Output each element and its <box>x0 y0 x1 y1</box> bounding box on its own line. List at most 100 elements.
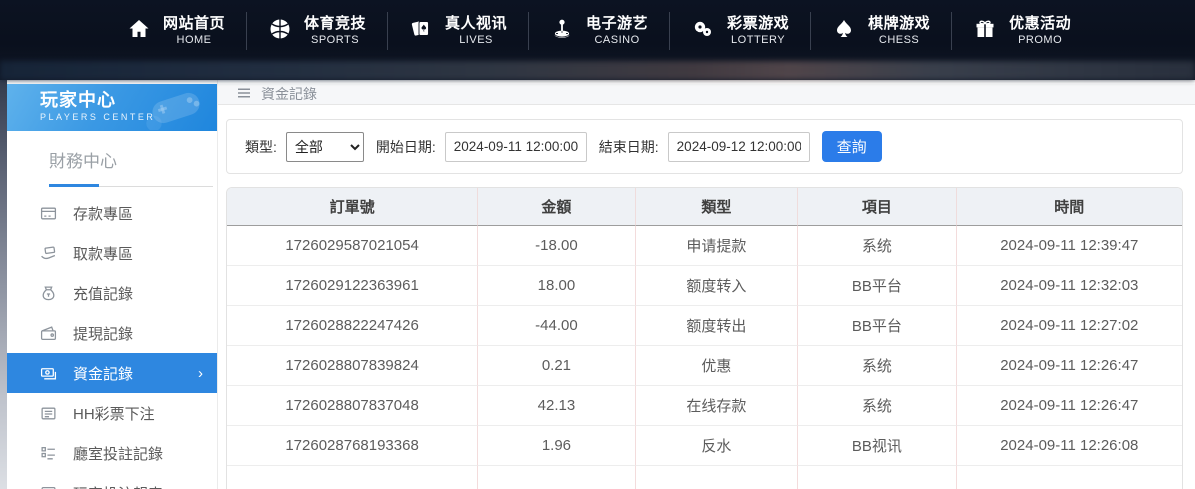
start-date-input[interactable] <box>445 132 587 162</box>
cell-order-no: 1726028807839824 <box>227 346 478 386</box>
nav-item-home[interactable]: 网站首页 HOME <box>106 15 246 48</box>
chart-report-icon <box>40 485 57 489</box>
table-row: 1726028822247426 -44.00 额度转出 BB平台 2024-0… <box>227 306 1182 346</box>
table-header-row: 訂單號 金額 類型 項目 時間 <box>227 188 1182 226</box>
gamepad-watermark-icon <box>143 86 209 131</box>
sidebar-item-label: 玩家投注報表 <box>73 483 163 489</box>
table-row: 1726029122363961 18.00 额度转入 BB平台 2024-09… <box>227 266 1182 306</box>
sidebar: 玩家中心 PLAYERS CENTER 財務中心 存款專區 取款專區 充值記錄 … <box>7 80 218 489</box>
search-button[interactable]: 查詢 <box>822 131 882 162</box>
top-nav: 网站首页 HOME 体育竞技 SPORTS 真人视讯 LIVES 电子游艺 <box>0 0 1195 80</box>
nav-subtitle: LOTTERY <box>731 34 785 48</box>
cell-amount: 0.21 <box>478 346 636 386</box>
table-row: 1726028807837048 42.13 在线存款 系统 2024-09-1… <box>227 386 1182 426</box>
sidebar-item-label: 充值記錄 <box>73 283 133 304</box>
cell-item: 系统 <box>798 226 957 266</box>
cell-time: 2024-09-11 12:26:08 <box>957 426 1182 466</box>
hamburger-icon[interactable] <box>236 85 252 104</box>
nav-subtitle: PROMO <box>1018 34 1062 48</box>
sidebar-item-recharge[interactable]: 充值記錄 <box>7 273 217 313</box>
cell-item: BB平台 <box>798 266 957 306</box>
nav-banner-blur <box>0 61 1195 80</box>
end-date-input[interactable] <box>668 132 810 162</box>
nav-title: 真人视讯 <box>445 15 507 34</box>
sidebar-section-title: 財務中心 <box>7 147 217 172</box>
sidebar-item-label: 存款專區 <box>73 203 133 224</box>
lottery-balls-icon <box>691 17 715 46</box>
sidebar-item-label: 提現記錄 <box>73 323 133 344</box>
chevron-right-icon: › <box>198 366 203 381</box>
section-underline <box>49 184 213 187</box>
cell-type: 额度转出 <box>636 306 798 346</box>
nav-item-lottery[interactable]: 彩票游戏 LOTTERY <box>670 15 810 48</box>
cell-order-no: 1726028768193368 <box>227 426 478 466</box>
playing-cards-icon <box>409 17 433 46</box>
table-row: 1726028768193368 1.96 反水 BB视讯 2024-09-11… <box>227 426 1182 466</box>
spade-icon <box>832 17 856 46</box>
cell-item: BB平台 <box>798 306 957 346</box>
type-label: 類型: <box>245 137 277 157</box>
cell-amount: 42.13 <box>478 386 636 426</box>
nav-title: 网站首页 <box>163 15 225 34</box>
nav-subtitle: CASINO <box>594 34 639 48</box>
col-order-no: 訂單號 <box>227 188 478 226</box>
cell-amount: -44.00 <box>478 306 636 346</box>
nav-title: 棋牌游戏 <box>868 15 930 34</box>
sidebar-item-hh-lottery-bets[interactable]: HH彩票下注 <box>7 393 217 433</box>
table-row: 1726029587021054 -18.00 申请提款 系统 2024-09-… <box>227 226 1182 266</box>
nav-title: 彩票游戏 <box>727 15 789 34</box>
col-type: 類型 <box>636 188 798 226</box>
cell-time: 2024-09-11 12:26:47 <box>957 346 1182 386</box>
deposit-card-icon <box>40 205 57 222</box>
col-amount: 金額 <box>478 188 636 226</box>
sidebar-item-label: 廳室投註記錄 <box>73 443 163 464</box>
cell-order-no: 1726028822247426 <box>227 306 478 346</box>
banknotes-icon <box>40 365 57 382</box>
cell-item: BB视讯 <box>798 426 957 466</box>
list-icon <box>40 405 57 422</box>
cell-order-no: 1726029587021054 <box>227 226 478 266</box>
cell-time: 2024-09-11 12:27:02 <box>957 306 1182 346</box>
sidebar-item-label: HH彩票下注 <box>73 403 155 424</box>
page-background-edge <box>0 80 7 489</box>
filter-bar: 類型: 全部 開始日期: 結束日期: 查詢 <box>226 119 1183 174</box>
nav-item-sports[interactable]: 体育竞技 SPORTS <box>247 15 387 48</box>
sports-ball-icon <box>268 17 292 46</box>
nav-subtitle: LIVES <box>459 34 493 48</box>
nav-item-promo[interactable]: 优惠活动 PROMO <box>952 15 1092 48</box>
nav-title: 优惠活动 <box>1009 15 1071 34</box>
table-row-partial <box>227 466 1182 489</box>
cell-time: 2024-09-11 12:39:47 <box>957 226 1182 266</box>
sidebar-item-player-bet-report[interactable]: 玩家投注報表 <box>7 473 217 489</box>
cell-type: 申请提款 <box>636 226 798 266</box>
end-date-label: 結束日期: <box>599 137 659 157</box>
cell-time: 2024-09-11 12:32:03 <box>957 266 1182 306</box>
sidebar-item-label: 資金記錄 <box>73 363 133 384</box>
main-nav: 网站首页 HOME 体育竞技 SPORTS 真人视讯 LIVES 电子游艺 <box>0 0 1195 62</box>
sidebar-item-withdraw[interactable]: 取款專區 <box>7 233 217 273</box>
type-select[interactable]: 全部 <box>286 132 364 162</box>
funds-record-table: 訂單號 金額 類型 項目 時間 1726029587021054 -18.00 … <box>226 187 1183 489</box>
home-icon <box>127 17 151 46</box>
cell-time: 2024-09-11 12:26:47 <box>957 386 1182 426</box>
gift-icon <box>973 17 997 46</box>
main-content: 資金記錄 類型: 全部 開始日期: 結束日期: 查詢 <box>218 80 1195 489</box>
start-date-label: 開始日期: <box>376 137 436 157</box>
breadcrumb: 資金記錄 <box>218 84 1195 105</box>
sidebar-item-hall-bet-records[interactable]: 廳室投註記錄 <box>7 433 217 473</box>
sidebar-item-deposit[interactable]: 存款專區 <box>7 193 217 233</box>
cell-type: 在线存款 <box>636 386 798 426</box>
nav-item-casino[interactable]: 电子游艺 CASINO <box>529 15 669 48</box>
checklist-icon <box>40 445 57 462</box>
wallet-icon <box>40 325 57 342</box>
cell-amount: -18.00 <box>478 226 636 266</box>
nav-item-chess[interactable]: 棋牌游戏 CHESS <box>811 15 951 48</box>
sidebar-item-cashout[interactable]: 提現記錄 <box>7 313 217 353</box>
cell-item: 系统 <box>798 386 957 426</box>
sidebar-item-label: 取款專區 <box>73 243 133 264</box>
table-row: 1726028807839824 0.21 优惠 系统 2024-09-11 1… <box>227 346 1182 386</box>
nav-item-lives[interactable]: 真人视讯 LIVES <box>388 15 528 48</box>
hand-money-icon <box>40 245 57 262</box>
sidebar-item-funds-record[interactable]: 資金記錄 › <box>7 353 217 393</box>
money-bag-icon <box>40 285 57 302</box>
